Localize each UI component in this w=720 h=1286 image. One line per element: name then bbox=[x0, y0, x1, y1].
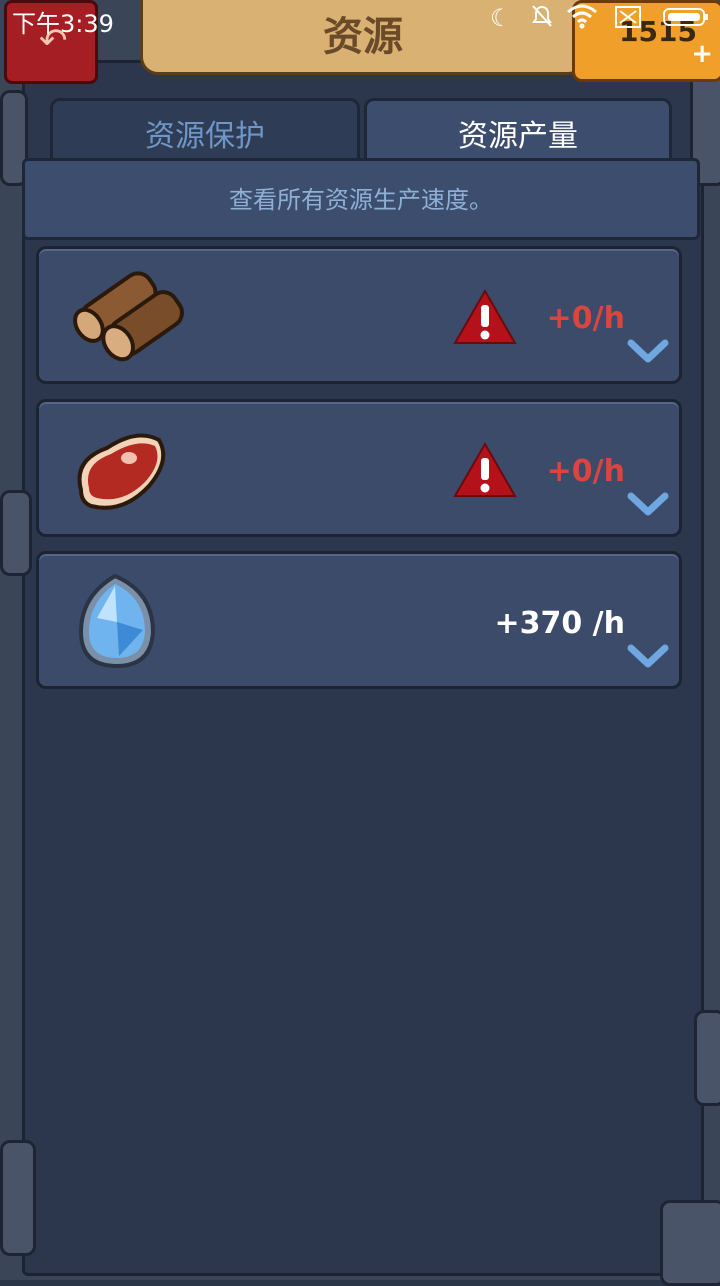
tab-resource-production[interactable]: 资源产量 bbox=[364, 98, 672, 167]
meat-icon bbox=[67, 420, 187, 520]
status-bar: 下午3:39 ☾ bbox=[0, 0, 720, 40]
resource-row-meat[interactable]: +0/h bbox=[36, 399, 682, 537]
resource-rate: +370 /h bbox=[494, 606, 625, 641]
frame-stone bbox=[660, 1200, 720, 1286]
resource-row-wood[interactable]: +0/h bbox=[36, 246, 682, 384]
chevron-down-icon[interactable] bbox=[627, 642, 669, 670]
warning-icon bbox=[453, 288, 517, 345]
resource-rate: +0/h bbox=[546, 301, 625, 336]
status-time: 下午3:39 bbox=[12, 10, 114, 38]
wood-icon bbox=[67, 267, 187, 367]
mute-icon bbox=[530, 4, 554, 36]
moon-icon: ☾ bbox=[490, 4, 512, 32]
resource-row-crystal[interactable]: +370 /h bbox=[36, 551, 682, 689]
sim-icon bbox=[614, 4, 642, 36]
wifi-icon bbox=[566, 4, 598, 36]
frame-stone bbox=[0, 1140, 36, 1256]
frame-stone bbox=[694, 1010, 720, 1106]
chevron-down-icon[interactable] bbox=[627, 337, 669, 365]
frame-stone bbox=[0, 490, 32, 576]
description-text: 查看所有资源生产速度。 bbox=[22, 158, 700, 240]
resource-rate: +0/h bbox=[546, 454, 625, 489]
battery-icon bbox=[662, 4, 710, 36]
chevron-down-icon[interactable] bbox=[627, 490, 669, 518]
crystal-icon bbox=[67, 572, 187, 672]
tab-resource-protection[interactable]: 资源保护 bbox=[50, 98, 360, 167]
warning-icon bbox=[453, 441, 517, 498]
plus-icon: + bbox=[691, 39, 713, 69]
